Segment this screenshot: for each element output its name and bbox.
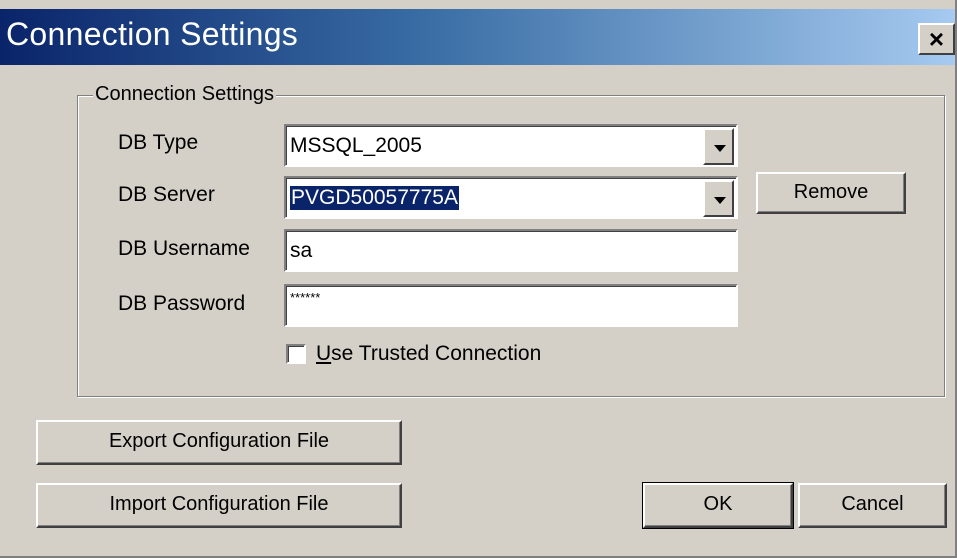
import-button-label: Import Configuration File xyxy=(109,493,329,515)
db-server-dropdown-button[interactable] xyxy=(703,180,734,217)
db-type-value: MSSQL_2005 xyxy=(290,134,422,157)
window-title: Connection Settings xyxy=(6,16,299,52)
db-username-label: DB Username xyxy=(118,237,250,260)
group-legend: Connection Settings xyxy=(93,83,277,106)
close-button[interactable]: × xyxy=(918,23,955,55)
chevron-down-icon xyxy=(714,145,726,152)
db-server-label: DB Server xyxy=(118,183,215,206)
title-bar[interactable]: Connection Settings × xyxy=(0,9,955,65)
ok-button-label: OK xyxy=(703,493,733,515)
db-type-select[interactable]: MSSQL_2005 xyxy=(284,124,738,167)
cancel-button[interactable]: Cancel xyxy=(798,483,947,528)
close-icon: × xyxy=(928,24,945,54)
db-password-value: ****** xyxy=(290,290,321,305)
cancel-button-label: Cancel xyxy=(841,493,904,515)
db-username-value: sa xyxy=(290,239,313,262)
use-trusted-connection-label[interactable]: Use Trusted Connection xyxy=(316,342,541,366)
export-configuration-file-button[interactable]: Export Configuration File xyxy=(36,420,402,465)
db-type-dropdown-button[interactable] xyxy=(703,128,734,165)
ok-button[interactable]: OK xyxy=(642,482,794,529)
label-rest: se Trusted Connection xyxy=(331,342,542,365)
use-trusted-connection-checkbox[interactable] xyxy=(286,344,306,364)
chevron-down-icon xyxy=(714,197,726,204)
export-button-label: Export Configuration File xyxy=(108,430,330,452)
db-password-input[interactable]: ****** xyxy=(284,284,738,327)
remove-button[interactable]: Remove xyxy=(756,172,906,214)
connection-settings-dialog: Connection Settings × Connection Setting… xyxy=(0,0,957,558)
db-type-label: DB Type xyxy=(118,131,199,154)
db-server-value[interactable]: PVGD50057775A xyxy=(290,186,459,210)
db-password-label: DB Password xyxy=(118,292,246,315)
remove-button-label: Remove xyxy=(793,181,869,203)
import-configuration-file-button[interactable]: Import Configuration File xyxy=(36,483,402,528)
db-server-combobox[interactable]: PVGD50057775A xyxy=(284,176,738,219)
mnemonic-letter: U xyxy=(316,342,332,365)
db-username-input[interactable]: sa xyxy=(284,229,738,272)
